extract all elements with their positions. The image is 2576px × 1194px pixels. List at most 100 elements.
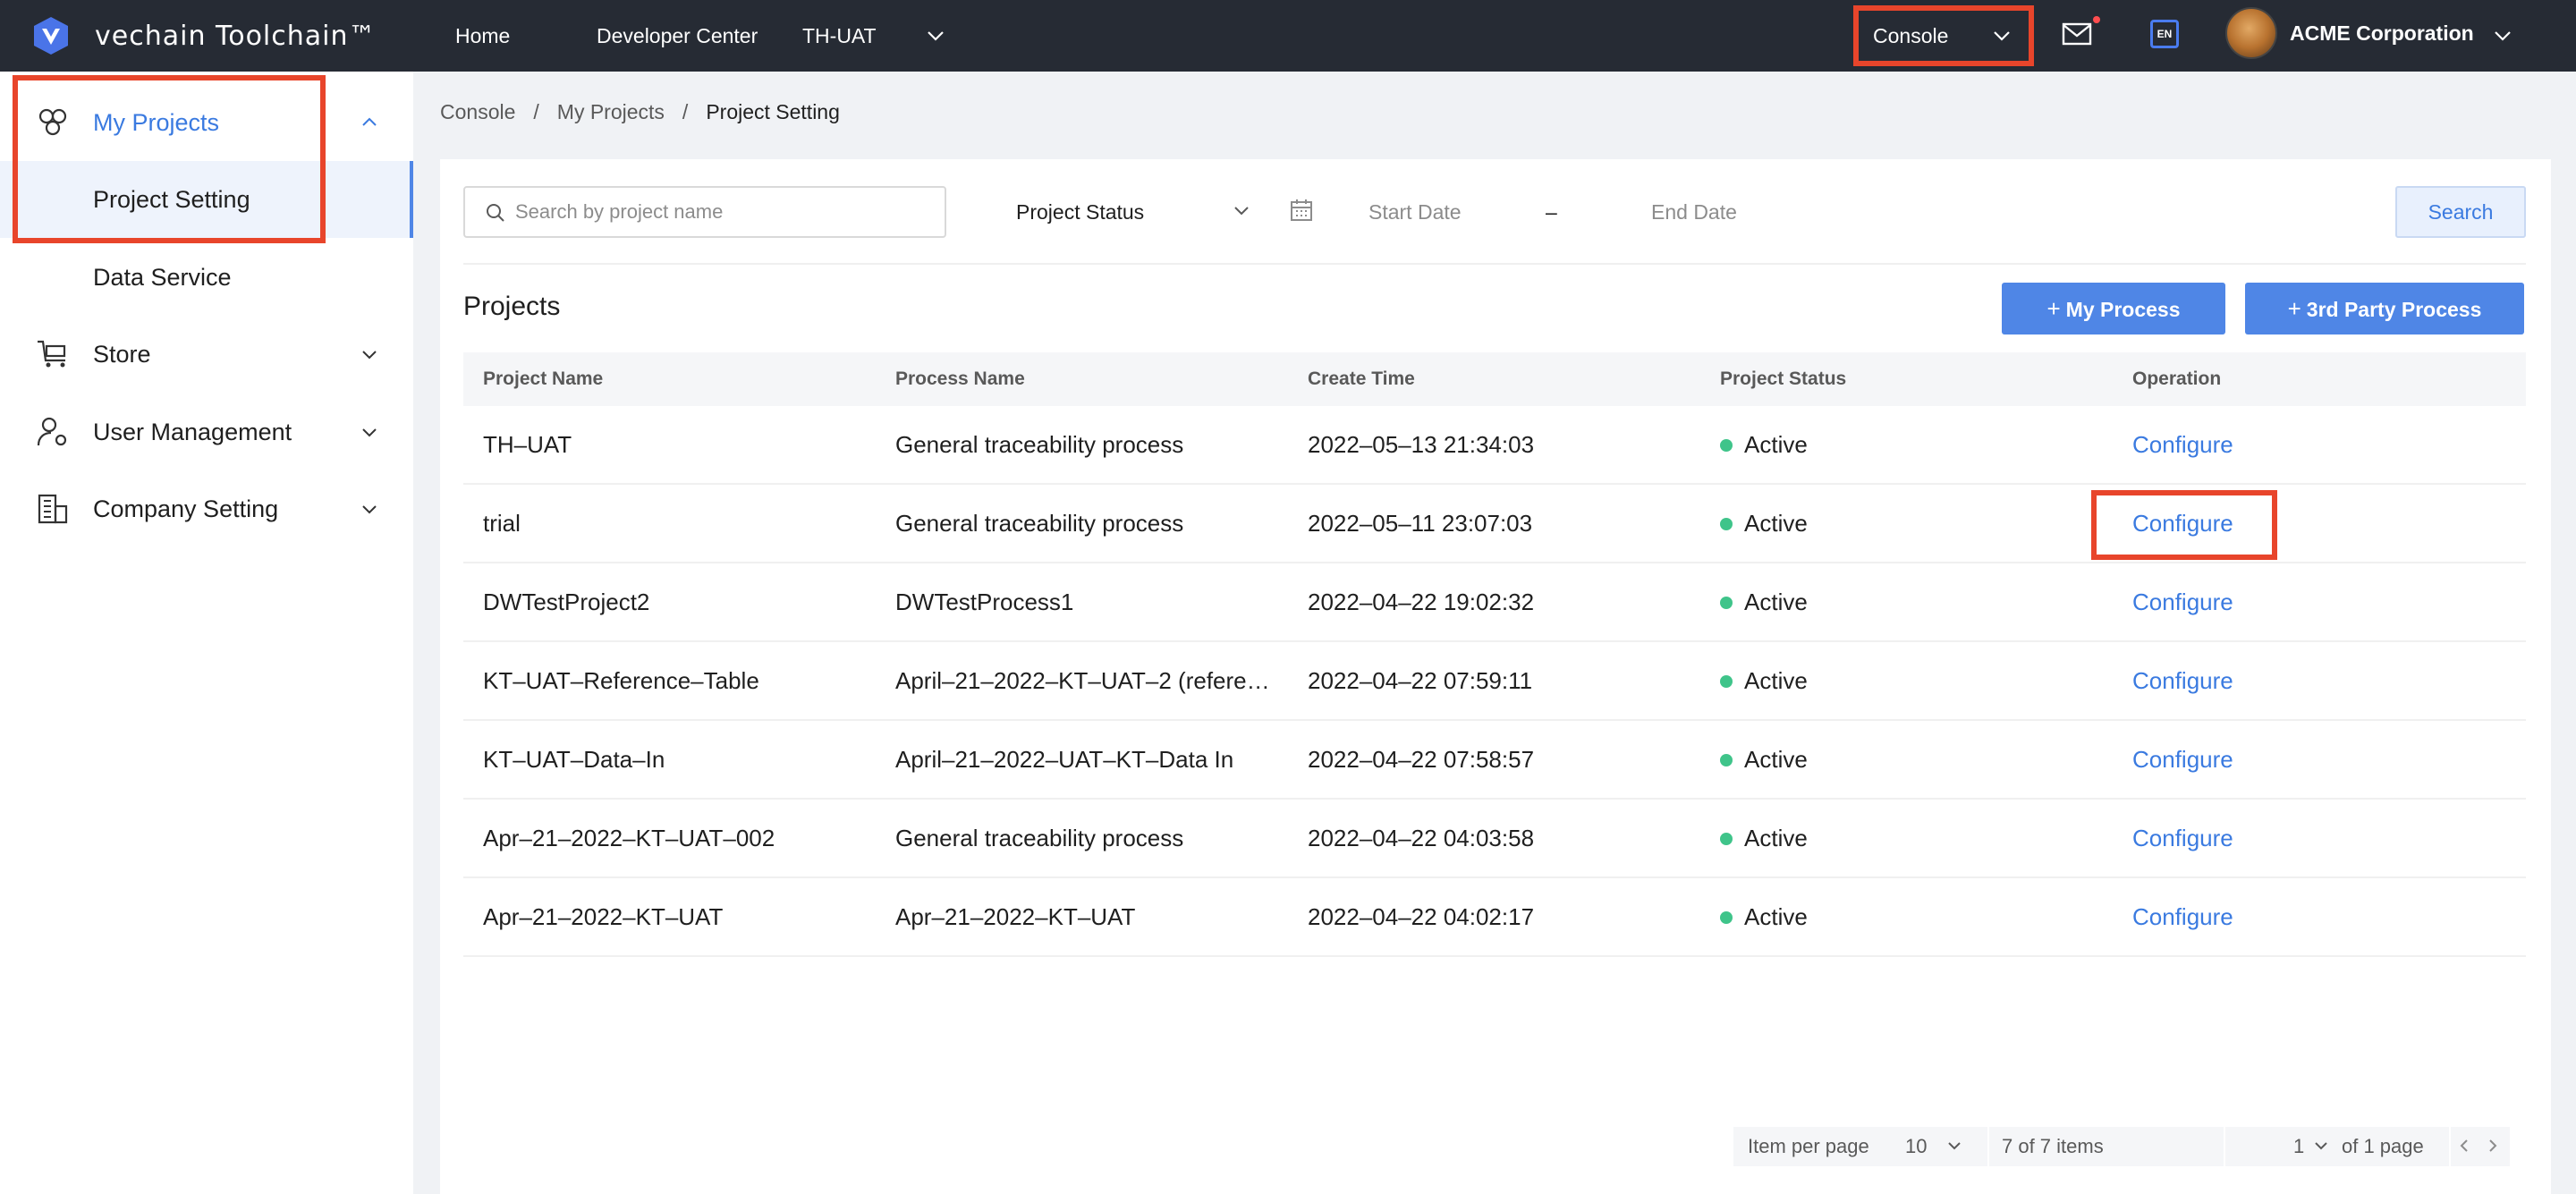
console-dropdown[interactable]: Console bbox=[1853, 5, 2034, 66]
chevron-down-icon[interactable] bbox=[923, 23, 948, 48]
column-header-create-time: Create Time bbox=[1308, 368, 1415, 389]
create-time-cell: 2022–04–22 04:03:58 bbox=[1308, 825, 1535, 851]
chevron-down-icon[interactable] bbox=[2311, 1136, 2331, 1156]
project-name-cell: KT–UAT–Reference–Table bbox=[483, 667, 759, 694]
configure-link[interactable]: Configure bbox=[2132, 406, 2233, 483]
store-cart-icon bbox=[38, 340, 66, 368]
chevron-down-icon bbox=[362, 428, 377, 437]
process-name-cell: April–21–2022–UAT–KT–Data In bbox=[895, 746, 1234, 773]
chevron-down-icon bbox=[1994, 31, 2010, 41]
sidebar: My Projects Project Setting Data Service… bbox=[0, 72, 413, 1194]
items-per-page-label: Item per page bbox=[1748, 1135, 1869, 1157]
building-icon bbox=[38, 494, 68, 524]
language-icon[interactable]: EN bbox=[2150, 20, 2179, 48]
avatar[interactable] bbox=[2225, 7, 2277, 59]
project-name-cell: Apr–21–2022–KT–UAT bbox=[483, 903, 724, 930]
chevron-down-icon bbox=[362, 351, 377, 360]
search-input[interactable] bbox=[515, 195, 927, 229]
table-row: trial General traceability process 2022–… bbox=[463, 485, 2526, 563]
sidebar-item-label: Company Setting bbox=[93, 495, 279, 522]
page-number-select[interactable]: 1 bbox=[2293, 1127, 2304, 1166]
project-name-cell: TH–UAT bbox=[483, 431, 572, 458]
sidebar-item-label: Data Service bbox=[93, 263, 232, 291]
sidebar-item-label: User Management bbox=[93, 418, 292, 445]
chevron-down-icon[interactable] bbox=[2490, 23, 2515, 48]
configure-link[interactable]: Configure bbox=[2132, 563, 2233, 640]
end-date-input[interactable]: End Date bbox=[1651, 186, 1737, 238]
button-label: 3rd Party Process bbox=[2306, 298, 2482, 321]
nav-developer-center[interactable]: Developer Center bbox=[597, 0, 758, 72]
status-dot-icon bbox=[1720, 675, 1733, 688]
configure-link[interactable]: Configure bbox=[2132, 800, 2233, 876]
divider bbox=[2224, 1127, 2225, 1166]
status-badge: Active bbox=[1744, 825, 1808, 851]
projects-icon bbox=[38, 108, 67, 136]
date-range-separator: – bbox=[1546, 200, 1557, 224]
nav-home[interactable]: Home bbox=[455, 0, 510, 72]
table-row: Apr–21–2022–KT–UAT Apr–21–2022–KT–UAT 20… bbox=[463, 878, 2526, 957]
sidebar-item-label: Project Setting bbox=[93, 185, 250, 213]
breadcrumb-separator: / bbox=[682, 100, 689, 123]
configure-link[interactable]: Configure bbox=[2132, 642, 2233, 719]
page-count: of 1 page bbox=[2342, 1135, 2424, 1157]
add-my-process-button[interactable]: + My Process bbox=[2002, 283, 2225, 334]
breadcrumb-console[interactable]: Console bbox=[440, 100, 515, 124]
column-header-project-status: Project Status bbox=[1720, 368, 1847, 389]
chevron-down-icon[interactable] bbox=[1945, 1136, 1964, 1156]
user-gear-icon bbox=[37, 417, 67, 446]
sidebar-item-store[interactable]: Store bbox=[0, 316, 413, 393]
process-name-cell: April–21–2022–KT–UAT–2 (reference table) bbox=[895, 667, 1271, 694]
sidebar-item-my-projects[interactable]: My Projects bbox=[0, 84, 413, 161]
mail-icon[interactable] bbox=[2062, 21, 2092, 47]
status-dot-icon bbox=[1720, 439, 1733, 452]
user-name[interactable]: ACME Corporation bbox=[2290, 0, 2474, 72]
chevron-down-icon[interactable] bbox=[1229, 199, 1254, 224]
chevron-down-icon bbox=[362, 505, 377, 514]
status-badge: Active bbox=[1744, 667, 1808, 694]
column-header-operation: Operation bbox=[2132, 368, 2222, 389]
button-label: My Process bbox=[2065, 298, 2181, 321]
projects-title: Projects bbox=[463, 292, 561, 321]
project-name-cell: KT–UAT–Data–In bbox=[483, 746, 665, 773]
process-name-cell: General traceability process bbox=[895, 825, 1184, 851]
chevron-left-icon[interactable] bbox=[2454, 1136, 2474, 1156]
notification-dot bbox=[2093, 16, 2100, 23]
sidebar-item-project-setting[interactable]: Project Setting bbox=[0, 161, 413, 238]
sidebar-item-company-setting[interactable]: Company Setting bbox=[0, 470, 413, 547]
items-per-page-select[interactable]: 10 bbox=[1905, 1127, 1927, 1166]
sidebar-item-data-service[interactable]: Data Service bbox=[0, 239, 413, 316]
start-date-input[interactable]: Start Date bbox=[1368, 186, 1462, 238]
pagination: Item per page 10 7 of 7 items 1 of 1 pag… bbox=[1733, 1127, 2510, 1166]
status-dot-icon bbox=[1720, 597, 1733, 609]
process-name-cell: General traceability process bbox=[895, 510, 1184, 537]
breadcrumb-my-projects[interactable]: My Projects bbox=[557, 100, 665, 124]
table-row: DWTestProject2 DWTestProcess1 2022–04–22… bbox=[463, 563, 2526, 642]
chevron-right-icon[interactable] bbox=[2483, 1136, 2503, 1156]
breadcrumb-current: Project Setting bbox=[706, 100, 840, 123]
brand-logo[interactable]: vechain Toolchain™ bbox=[30, 13, 377, 59]
search-icon bbox=[487, 204, 504, 222]
status-badge: Active bbox=[1744, 510, 1808, 537]
column-header-process-name: Process Name bbox=[895, 368, 1025, 389]
add-3rd-party-process-button[interactable]: +3rd Party Process bbox=[2245, 283, 2524, 334]
create-time-cell: 2022–04–22 07:59:11 bbox=[1308, 667, 1533, 694]
logo-text: vechain Toolchain™ bbox=[95, 20, 377, 52]
status-badge: Active bbox=[1744, 746, 1808, 773]
create-time-cell: 2022–04–22 04:02:17 bbox=[1308, 903, 1535, 930]
breadcrumb: Console / My Projects / Project Setting bbox=[440, 100, 840, 124]
configure-link[interactable]: Configure bbox=[2132, 878, 2233, 955]
sidebar-item-user-management[interactable]: User Management bbox=[0, 394, 413, 470]
nav-project-th-uat[interactable]: TH-UAT bbox=[802, 0, 877, 72]
search-field[interactable] bbox=[463, 186, 946, 238]
search-button[interactable]: Search bbox=[2395, 186, 2526, 238]
configure-link[interactable]: Configure bbox=[2132, 721, 2233, 798]
status-badge: Active bbox=[1744, 431, 1808, 458]
create-time-cell: 2022–04–22 19:02:32 bbox=[1308, 589, 1535, 615]
breadcrumb-separator: / bbox=[533, 100, 539, 123]
project-status-select[interactable]: Project Status bbox=[1016, 186, 1144, 238]
configure-link[interactable]: Configure bbox=[2132, 485, 2233, 562]
project-name-cell: DWTestProject2 bbox=[483, 589, 650, 615]
calendar-icon[interactable] bbox=[1290, 199, 1313, 222]
table-header: Project Name Process Name Create Time Pr… bbox=[463, 352, 2526, 406]
item-range: 7 of 7 items bbox=[2002, 1135, 2104, 1157]
